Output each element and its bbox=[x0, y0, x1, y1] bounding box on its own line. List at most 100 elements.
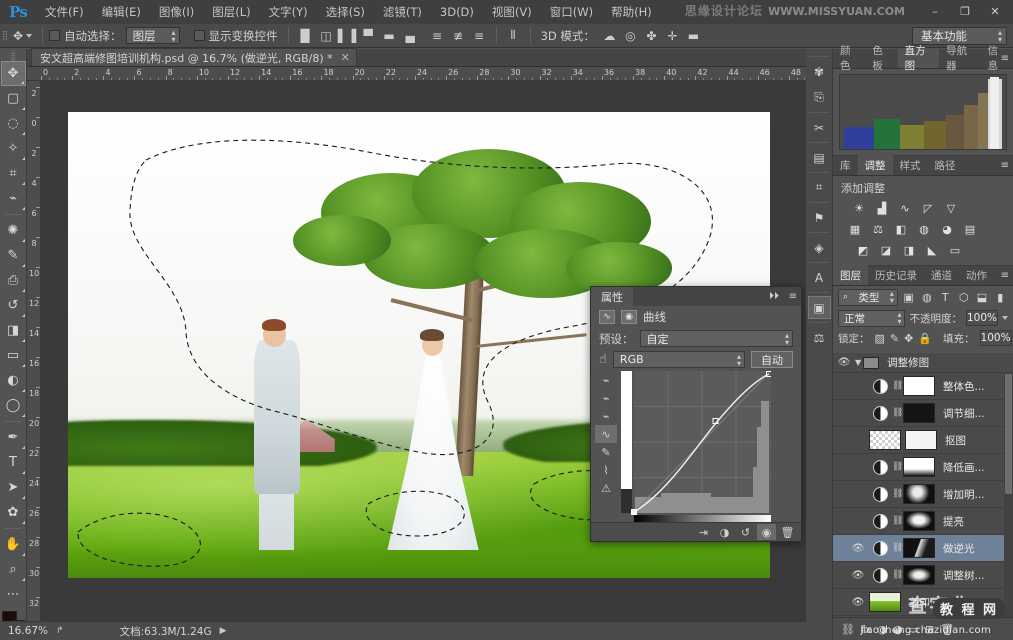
brushes-icon[interactable]: ✾ bbox=[808, 60, 831, 83]
color-lookup-icon[interactable]: ▤ bbox=[962, 222, 978, 237]
scrollbar-thumb[interactable] bbox=[1005, 374, 1012, 494]
layer-thumbnail[interactable] bbox=[869, 592, 901, 612]
adjustment-thumbnail[interactable] bbox=[873, 486, 888, 502]
gradient-map-icon[interactable]: ◣ bbox=[924, 243, 940, 258]
filter-pixel-layers-icon[interactable]: ▣ bbox=[901, 289, 916, 305]
filter-toggle-switch[interactable]: ▮ bbox=[993, 289, 1008, 305]
tool-spot-healing-brush[interactable]: ✺ bbox=[1, 218, 26, 243]
gray-point-eyedropper-icon[interactable]: ⌁ bbox=[595, 407, 617, 425]
reset-adjustment-icon[interactable]: ↺ bbox=[736, 524, 755, 540]
blend-mode-dropdown[interactable]: 正常 ▴ ▾ bbox=[838, 309, 906, 327]
hue-saturation-icon[interactable]: ▦ bbox=[847, 222, 863, 237]
tool-quick-selection[interactable]: ✧ bbox=[1, 136, 26, 161]
chevron-down-icon[interactable] bbox=[26, 33, 33, 38]
layer-style-icon[interactable]: fx bbox=[861, 623, 871, 636]
filter-smart-objects-icon[interactable]: ⬓ bbox=[974, 289, 989, 305]
chevron-down-icon[interactable] bbox=[1002, 316, 1008, 320]
filter-type-layers-icon[interactable]: T bbox=[938, 289, 953, 305]
collapse-panel-icon[interactable]: ⏵⏵ bbox=[769, 291, 779, 302]
table-row[interactable]: ⛓ 调节细... bbox=[833, 400, 1013, 427]
black-white-icon[interactable]: ◧ bbox=[893, 222, 909, 237]
link-mask-icon[interactable]: ⛓ bbox=[892, 462, 903, 472]
close-icon[interactable]: ✕ bbox=[341, 51, 350, 64]
distribute-vcenter-icon[interactable]: ≢ bbox=[449, 26, 468, 45]
status-menu-icon[interactable]: ▶ bbox=[220, 626, 227, 636]
table-row[interactable]: 抠图 bbox=[833, 427, 1013, 454]
tab-adjustments[interactable]: 调整 bbox=[857, 155, 893, 175]
minimize-button[interactable]: – bbox=[921, 2, 949, 20]
eye-icon[interactable]: 👁 bbox=[847, 543, 869, 554]
link-mask-icon[interactable]: ⛓ bbox=[892, 516, 903, 526]
tool-zoom[interactable]: ⌕ bbox=[1, 557, 26, 582]
properties-panel[interactable]: 属性 ⏵⏵ ≡ ∿ ◉ 曲线 预设： 自定 ▴▾ ☝ RGB ▴▾ 自动 ⌁ bbox=[590, 286, 802, 542]
menu-3d[interactable]: 3D(D) bbox=[431, 0, 483, 24]
chevron-down-icon[interactable]: ▼ bbox=[855, 358, 861, 367]
panel-menu-icon[interactable]: ≡ bbox=[1001, 270, 1009, 281]
new-group-icon[interactable]: ▭ bbox=[909, 623, 919, 636]
link-mask-icon[interactable]: ⛓ bbox=[892, 381, 903, 391]
toggle-layer-visibility-icon[interactable]: ◉ bbox=[757, 524, 776, 540]
tool-history-brush[interactable]: ↺ bbox=[1, 293, 26, 318]
invert-icon[interactable]: ◩ bbox=[855, 243, 871, 258]
black-point-eyedropper-icon[interactable]: ⌁ bbox=[595, 389, 617, 407]
adjustments-icon[interactable]: ⚖ bbox=[808, 326, 831, 349]
notes-icon[interactable]: ⚑ bbox=[808, 206, 831, 229]
panel-menu-icon[interactable]: ≡ bbox=[1001, 53, 1009, 64]
menu-image[interactable]: 图像(I) bbox=[150, 0, 203, 24]
opacity-value[interactable]: 100% bbox=[965, 310, 998, 326]
table-row[interactable]: ⛓ 增加明... bbox=[833, 481, 1013, 508]
menu-type[interactable]: 文字(Y) bbox=[260, 0, 317, 24]
posterize-icon[interactable]: ◪ bbox=[878, 243, 894, 258]
tool-custom-shape[interactable]: ✿ bbox=[1, 500, 26, 525]
character-icon[interactable]: A bbox=[808, 266, 831, 289]
curves-icon[interactable]: ∿ bbox=[897, 201, 913, 216]
layer-mask-thumbnail[interactable] bbox=[905, 430, 937, 450]
levels-icon[interactable]: ▟ bbox=[874, 201, 890, 216]
panel-menu-icon[interactable]: ≡ bbox=[789, 291, 797, 302]
fill-value[interactable]: 100% bbox=[979, 330, 1012, 346]
tab-layers[interactable]: 图层 bbox=[833, 265, 868, 285]
lock-image-pixels-icon[interactable]: ✎ bbox=[890, 330, 899, 346]
layer-mask-thumbnail[interactable] bbox=[903, 457, 935, 477]
auto-button[interactable]: 自动 bbox=[751, 351, 793, 368]
tool-edit-toolbar[interactable]: ⋯ bbox=[1, 582, 26, 607]
align-vertical-centers-icon[interactable]: ▬ bbox=[380, 26, 399, 45]
tools-panel-grip[interactable]: ⣿ bbox=[0, 52, 26, 61]
tool-presets-icon[interactable]: ✂ bbox=[808, 116, 831, 139]
show-transform-controls-checkbox[interactable] bbox=[193, 30, 205, 41]
table-row[interactable]: ⛓ 提亮 bbox=[833, 508, 1013, 535]
3d-panel-icon[interactable]: ◈ bbox=[808, 236, 831, 259]
link-mask-icon[interactable]: ⛓ bbox=[892, 408, 903, 418]
menu-edit[interactable]: 编辑(E) bbox=[93, 0, 150, 24]
tool-pen[interactable]: ✒ bbox=[1, 425, 26, 450]
orbit-3d-icon[interactable]: ☁ bbox=[600, 26, 619, 45]
tab-libraries[interactable]: 库 bbox=[833, 155, 858, 175]
new-layer-icon[interactable]: ⊞ bbox=[925, 623, 934, 636]
tool-horizontal-type[interactable]: T bbox=[1, 450, 26, 475]
close-button[interactable]: ✕ bbox=[981, 2, 1009, 20]
clip-to-layer-icon[interactable]: ⇥ bbox=[694, 524, 713, 540]
menu-select[interactable]: 选择(S) bbox=[317, 0, 374, 24]
tab-swatches[interactable]: 色板 bbox=[865, 45, 897, 72]
on-image-adjust-icon[interactable]: ☝ bbox=[599, 352, 607, 367]
table-row[interactable]: 👁 ⛓ 做逆光 bbox=[833, 535, 1013, 562]
tool-rectangular-marquee[interactable]: ▢ bbox=[1, 86, 26, 111]
fit-screen-icon[interactable]: ↱ bbox=[56, 626, 64, 636]
add-layer-mask-icon[interactable]: ◑ bbox=[877, 623, 887, 636]
channel-mixer-icon[interactable]: ◕ bbox=[939, 222, 955, 237]
adjustment-thumbnail[interactable] bbox=[873, 540, 888, 556]
layer-mask-thumbnail[interactable] bbox=[903, 538, 935, 558]
menu-window[interactable]: 窗口(W) bbox=[541, 0, 602, 24]
layer-mask-thumbnail[interactable] bbox=[903, 376, 935, 396]
adjustment-thumbnail[interactable] bbox=[873, 378, 888, 394]
link-layers-icon[interactable]: ⛓ bbox=[841, 623, 855, 636]
eye-icon[interactable]: 👁 bbox=[833, 357, 855, 368]
layer-group-row[interactable]: 👁 ▼ 调整修图 bbox=[833, 353, 1013, 373]
tool-dodge[interactable]: ◯ bbox=[1, 393, 26, 418]
align-left-edges-icon[interactable]: ▐▌ bbox=[296, 26, 315, 45]
preset-dropdown[interactable]: 自定 ▴ ▾ bbox=[639, 330, 793, 347]
menu-filter[interactable]: 滤镜(T) bbox=[374, 0, 431, 24]
smooth-curve-icon[interactable]: ⌇ bbox=[595, 461, 617, 479]
tool-crop[interactable]: ⌗ bbox=[1, 161, 26, 186]
align-right-edges-icon[interactable]: ▌▐ bbox=[338, 26, 357, 45]
